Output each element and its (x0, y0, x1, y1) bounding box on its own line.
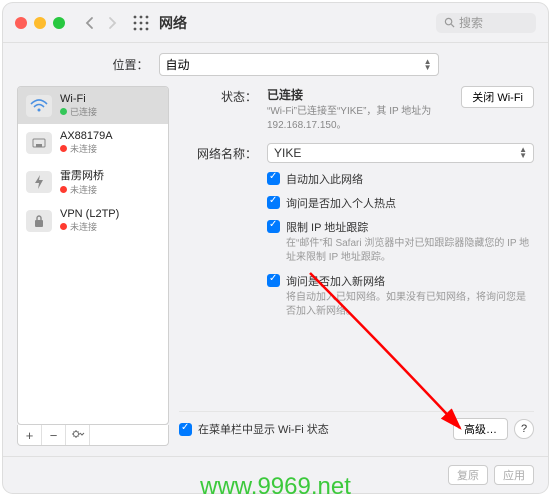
sidebar-item-ethernet[interactable]: AX88179A 未连接 (18, 124, 168, 161)
thunderbolt-icon (26, 171, 52, 193)
close-window-button[interactable] (15, 17, 27, 29)
lock-icon (26, 210, 52, 232)
ethernet-icon (26, 132, 52, 154)
checkbox-label: 限制 IP 地址跟踪 (286, 219, 534, 235)
status-label: 状态： (179, 86, 267, 133)
ask-new-network-checkbox[interactable] (267, 274, 280, 287)
sidebar-item-vpn[interactable]: VPN (L2TP) 未连接 (18, 202, 168, 239)
sidebar-item-thunderbolt[interactable]: 雷雳网桥 未连接 (18, 161, 168, 202)
apply-button[interactable]: 应用 (494, 465, 534, 485)
window-controls (15, 17, 65, 29)
sidebar: Wi-Fi 已连接 AX88179A 未连接 (17, 86, 169, 446)
network-name-label: 网络名称： (179, 143, 267, 327)
sidebar-item-label: AX88179A (60, 130, 160, 142)
checkbox-description: 将自动加入已知网络。如果没有已知网络，将询问您是否加入新网络。 (286, 291, 534, 319)
zoom-window-button[interactable] (53, 17, 65, 29)
network-name-value: YIKE (274, 146, 301, 160)
status-dot-icon (60, 186, 67, 193)
search-icon (444, 17, 455, 28)
limit-ip-tracking-checkbox[interactable] (267, 220, 280, 233)
search-field[interactable] (436, 13, 536, 33)
window-footer: 复原 应用 (3, 456, 548, 493)
status-dot-icon (60, 145, 67, 152)
interface-actions-button[interactable] (66, 425, 90, 445)
checkbox-row: 限制 IP 地址跟踪 在“邮件”和 Safari 浏览器中对已知跟踪器隐藏您的 … (267, 219, 534, 265)
advanced-button[interactable]: 高级… (453, 418, 508, 440)
menubar-checkbox-label: 在菜单栏中显示 Wi-Fi 状态 (198, 421, 329, 437)
updown-icon: ▲▼ (519, 147, 527, 159)
sidebar-item-wifi[interactable]: Wi-Fi 已连接 (18, 87, 168, 124)
status-value: 已连接 (267, 86, 451, 103)
ask-hotspot-checkbox[interactable] (267, 196, 280, 209)
back-button[interactable] (79, 12, 101, 34)
help-button[interactable]: ? (514, 419, 534, 439)
network-preferences-window: 网络 位置： 自动 ▲▼ Wi-Fi 已连接 (3, 3, 548, 493)
checkbox-row: 自动加入此网络 (267, 171, 534, 187)
turn-off-wifi-button[interactable]: 关闭 Wi-Fi (461, 86, 534, 108)
checkbox-label: 询问是否加入新网络 (286, 273, 534, 289)
window-title: 网络 (159, 13, 187, 33)
checkbox-label: 询问是否加入个人热点 (286, 195, 396, 211)
location-label: 位置： (112, 56, 148, 73)
sidebar-footer: + − (17, 425, 169, 446)
remove-interface-button[interactable]: − (42, 425, 66, 445)
revert-button[interactable]: 复原 (448, 465, 488, 485)
wifi-icon (26, 95, 52, 117)
location-value: 自动 (166, 56, 190, 73)
auto-join-checkbox[interactable] (267, 172, 280, 185)
checkbox-description: 在“邮件”和 Safari 浏览器中对已知跟踪器隐藏您的 IP 地址来限制 IP… (286, 237, 534, 265)
location-row: 位置： 自动 ▲▼ (3, 43, 548, 86)
show-menubar-checkbox[interactable] (179, 423, 192, 436)
status-description: “Wi-Fi”已连接至“YIKE”，其 IP 地址为 192.168.17.15… (267, 105, 451, 133)
show-all-icon[interactable] (133, 15, 149, 31)
search-input[interactable] (459, 16, 519, 30)
checkbox-label: 自动加入此网络 (286, 171, 363, 187)
interface-list[interactable]: Wi-Fi 已连接 AX88179A 未连接 (17, 86, 169, 425)
status-dot-icon (60, 108, 67, 115)
checkbox-row: 询问是否加入新网络 将自动加入已知网络。如果没有已知网络，将询问您是否加入新网络… (267, 273, 534, 319)
sidebar-item-label: VPN (L2TP) (60, 208, 160, 220)
status-dot-icon (60, 223, 67, 230)
checkbox-row: 询问是否加入个人热点 (267, 195, 534, 211)
titlebar: 网络 (3, 3, 548, 43)
detail-panel: 状态： 已连接 “Wi-Fi”已连接至“YIKE”，其 IP 地址为 192.1… (179, 86, 534, 446)
sidebar-item-label: 雷雳网桥 (60, 167, 160, 183)
location-select[interactable]: 自动 ▲▼ (159, 53, 439, 76)
updown-icon: ▲▼ (424, 59, 432, 71)
sidebar-item-label: Wi-Fi (60, 93, 160, 105)
content-area: Wi-Fi 已连接 AX88179A 未连接 (3, 86, 548, 456)
forward-button[interactable] (101, 12, 123, 34)
minimize-window-button[interactable] (34, 17, 46, 29)
add-interface-button[interactable]: + (18, 425, 42, 445)
network-name-select[interactable]: YIKE ▲▼ (267, 143, 534, 163)
